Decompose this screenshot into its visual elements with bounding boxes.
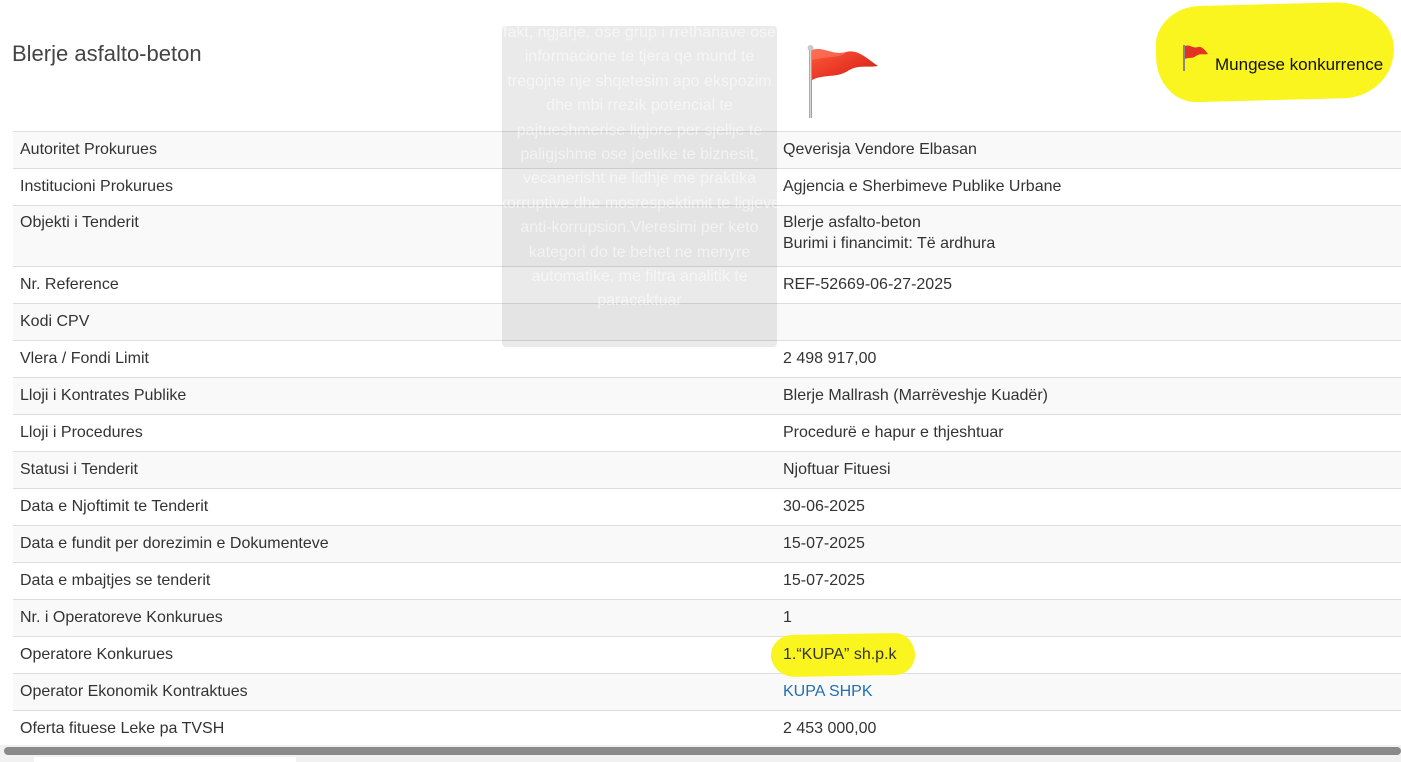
row-value: 30-06-2025 <box>776 488 1401 526</box>
row-value: Qeverisja Vendore Elbasan <box>776 131 1401 169</box>
row-label: Data e Njoftimit te Tenderit <box>13 488 776 526</box>
tooltip-text: fakt, ngjarje, ose grup i rrethanave ose… <box>502 26 777 310</box>
small-red-flag-icon <box>1183 45 1208 71</box>
row-label: Lloji i Kontrates Publike <box>13 377 776 415</box>
flag-tooltip: fakt, ngjarje, ose grup i rrethanave ose… <box>502 26 777 347</box>
row-value: 1 <box>776 599 1401 637</box>
competing-operator: 1.“KUPA” sh.p.k <box>783 646 897 663</box>
page-title: Blerje asfalto-beton <box>12 41 202 66</box>
table-row: Data e Njoftimit te Tenderit 30-06-2025 <box>13 488 1401 526</box>
row-value: Blerje asfalto-beton Burimi i financimit… <box>776 205 1401 267</box>
table-row: Lloji i Kontrates Publike Blerje Mallras… <box>13 377 1401 415</box>
row-value: REF-52669-06-27-2025 <box>776 266 1401 304</box>
row-value: 1.“KUPA” sh.p.k <box>770 632 1401 678</box>
red-flag-icon[interactable] <box>806 44 880 120</box>
table-row: Operatore Konkurues 1.“KUPA” sh.p.k <box>13 632 1401 678</box>
row-label: Data e fundit per dorezimin e Dokumentev… <box>13 525 776 563</box>
row-value: Agjencia e Sherbimeve Publike Urbane <box>776 168 1401 206</box>
horizontal-scrollbar[interactable] <box>0 745 1401 762</box>
row-value <box>776 303 1401 341</box>
row-label: Nr. i Operatoreve Konkurues <box>13 599 776 637</box>
row-label: Statusi i Tenderit <box>13 451 776 489</box>
row-value: KUPA SHPK <box>776 673 1401 711</box>
row-value: 2 453 000,00 <box>776 710 1401 747</box>
row-value: Blerje Mallrash (Marrëveshje Kuadër) <box>776 377 1401 415</box>
table-row: Nr. i Operatoreve Konkurues 1 <box>13 599 1401 637</box>
funding-source: Burimi i financimit: Të ardhura <box>783 235 996 252</box>
flag-label: Mungese konkurrence <box>1215 55 1384 74</box>
row-label: Operatore Konkurues <box>13 636 776 674</box>
row-label: Data e mbajtjes se tenderit <box>13 562 776 600</box>
table-row: Oferta fituese Leke pa TVSH 2 453 000,00 <box>13 710 1401 747</box>
row-label: Operator Ekonomik Kontraktues <box>13 673 776 711</box>
table-row: Lloji i Procedures Procedurë e hapur e t… <box>13 414 1401 452</box>
scrollbar-track <box>34 757 296 762</box>
table-row: Operator Ekonomik Kontraktues KUPA SHPK <box>13 673 1401 711</box>
scrollbar-thumb[interactable] <box>4 747 1401 755</box>
table-row: Data e fundit per dorezimin e Dokumentev… <box>13 525 1401 563</box>
row-label: Oferta fituese Leke pa TVSH <box>13 710 776 747</box>
highlighted-operator: 1.“KUPA” sh.p.k <box>770 632 916 678</box>
table-row: Statusi i Tenderit Njoftuar Fituesi <box>13 451 1401 489</box>
table-row: Data e mbajtjes se tenderit 15-07-2025 <box>13 562 1401 600</box>
contracting-operator-link[interactable]: KUPA SHPK <box>783 683 873 700</box>
row-value: 15-07-2025 <box>776 525 1401 563</box>
row-value: 2 498 917,00 <box>776 340 1401 378</box>
row-value: Njoftuar Fituesi <box>776 451 1401 489</box>
tender-details-page: Blerje asfalto-beton Mungese konkurrence… <box>0 0 1401 762</box>
row-value: Procedurë e hapur e thjeshtuar <box>776 414 1401 452</box>
row-value: 15-07-2025 <box>776 562 1401 600</box>
row-label: Lloji i Procedures <box>13 414 776 452</box>
risk-flag-badge[interactable]: Mungese konkurrence <box>1154 0 1396 104</box>
